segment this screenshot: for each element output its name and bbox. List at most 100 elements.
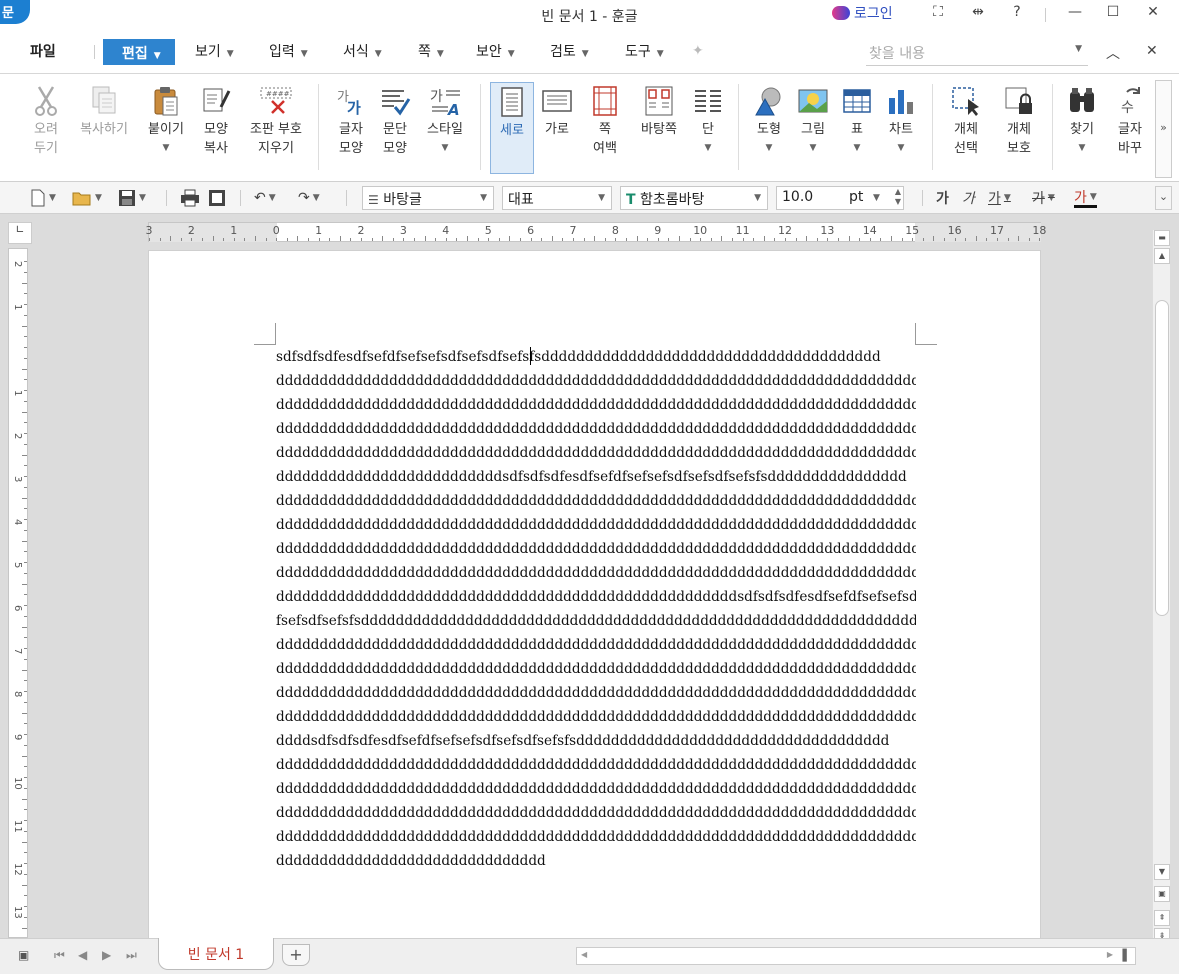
text-line[interactable]: dddddddddddddddddddddddddddddddddddddddd… [276, 585, 916, 609]
menu-file[interactable]: 파일 [30, 41, 56, 61]
prev-tab-icon[interactable]: ◀ [78, 948, 87, 962]
text-line[interactable]: fsefsdfsefsfsddddddddddddddddddddddddddd… [276, 609, 916, 633]
scroll-thumb[interactable] [1155, 300, 1169, 616]
text-line[interactable]: dddddddddddddddddddddddddddddddddddddddd… [276, 441, 916, 465]
horizontal-scrollbar[interactable]: ◀ ▶ ▌ [576, 947, 1136, 965]
add-tab-button[interactable]: + [282, 944, 310, 966]
preview-button[interactable] [208, 188, 226, 208]
new-doc-button[interactable]: ▼ [30, 188, 56, 208]
redo-button[interactable]: ↷ ▼ [298, 188, 320, 208]
text-line[interactable]: dddddddddddddddddddddddddddddddddddddddd… [276, 537, 916, 561]
copy-button[interactable]: 복사하기 [74, 82, 134, 174]
italic-button[interactable]: 가 [962, 188, 975, 208]
para-shape-button[interactable]: 문단 모양 [374, 82, 416, 174]
fullscreen-icon[interactable]: ⛶ [927, 4, 949, 24]
ribbon-more-button[interactable]: » [1155, 80, 1172, 178]
menu-view[interactable]: 보기 ▼ [195, 41, 234, 61]
menu-review[interactable]: 검토 ▼ [550, 41, 589, 61]
text-line[interactable]: dddddddddddddddddddddddddddddddddddddddd… [276, 777, 916, 801]
text-line[interactable]: dddddddddddddddddddddddddddddddddddddddd… [276, 393, 916, 417]
close-doc-icon[interactable]: ✕ [1146, 43, 1158, 59]
text-line[interactable]: dddddddddddddddddddddddddddddddddddddddd… [276, 561, 916, 585]
text-line[interactable]: dddddddddddddddddddddddddddddddddddddddd… [276, 633, 916, 657]
toolbar-more-button[interactable]: ⌄ [1155, 186, 1172, 210]
print-button[interactable] [180, 188, 200, 208]
prev-page-icon[interactable]: ⇞ [1154, 910, 1170, 926]
open-button[interactable]: ▼ [72, 188, 102, 208]
paste-button[interactable]: 붙이기 ▼ [142, 82, 190, 174]
style-select[interactable]: ☰ 바탕글 ▼ [362, 186, 494, 210]
text-line[interactable]: dddddddddddddddddddddddddddddddddddddddd… [276, 753, 916, 777]
picture-button[interactable]: 그림 ▼ [792, 82, 834, 174]
bold-button[interactable]: 가 [936, 188, 949, 208]
collab-icon[interactable]: ✦ [692, 43, 704, 59]
document-page[interactable]: sdfsdfsdfesdfsefdfsefsefsdfsefsdfsefsfsd… [148, 250, 1041, 940]
text-line[interactable]: ddddddddddddddddddddddddddsdfsdfsdfesdfs… [276, 465, 916, 489]
table-button[interactable]: 표 ▼ [836, 82, 878, 174]
search-input[interactable]: 찾을 내용 ▼ [866, 40, 1088, 66]
text-line[interactable]: dddddddddddddddddddddddddddddddddddddddd… [276, 801, 916, 825]
scroll-top-icon[interactable]: ▬ [1154, 230, 1170, 246]
menu-insert[interactable]: 입력 ▼ [269, 41, 308, 61]
ruler-corner-button[interactable]: ∟ [8, 222, 32, 244]
menu-tools[interactable]: 도구 ▼ [625, 41, 664, 61]
columns-button[interactable]: 단 ▼ [688, 82, 728, 174]
landscape-button[interactable]: 가로 [536, 82, 578, 174]
split-handle-icon[interactable]: ▌ [1123, 949, 1131, 962]
clear-codes-button[interactable]: #### 조판 부호 지우기 [242, 82, 310, 174]
size-stepper-icon[interactable]: ▲ ▼ [895, 187, 901, 207]
menu-format[interactable]: 서식 ▼ [343, 41, 382, 61]
horizontal-ruler[interactable]: 3 2 1 0 1 2 3 4 5 6 7 8 9 10 11 12 13 14 15 16 17 18 [146, 222, 1046, 242]
maximize-button[interactable]: ☐ [1102, 4, 1124, 24]
text-line[interactable]: dddddddddddddddddddddddddddddddddddddddd… [276, 825, 916, 849]
text-line[interactable]: dddddddddddddddddddddddddddddddddddddddd… [276, 369, 916, 393]
close-button[interactable]: ✕ [1142, 4, 1164, 24]
next-tab-icon[interactable]: ▶ [102, 948, 111, 962]
document-body[interactable]: sdfsdfsdfesdfsefdfsefsefsdfsefsdfsefsfsd… [276, 345, 916, 873]
menu-page[interactable]: 쪽 ▼ [418, 41, 444, 61]
find-button[interactable]: 찾기 ▼ [1060, 82, 1104, 174]
char-shape-button[interactable]: 가가 글자 모양 [330, 82, 372, 174]
minimize-button[interactable]: — [1064, 4, 1086, 24]
cut-button[interactable]: 오려 두기 [22, 82, 70, 174]
help-icon[interactable]: ? [1006, 4, 1028, 24]
portrait-button[interactable]: 세로 [490, 82, 534, 174]
language-select[interactable]: 대표 ▼ [502, 186, 612, 210]
text-line[interactable]: ddddddddddddddddddddddddddddddd [276, 849, 916, 873]
undo-button[interactable]: ↶ ▼ [254, 188, 276, 208]
collapse-ribbon-icon[interactable]: ︿ [1106, 43, 1120, 63]
style-button[interactable]: 가A 스타일 ▼ [420, 82, 470, 174]
format-painter-button[interactable]: 모양 복사 [194, 82, 238, 174]
object-protect-button[interactable]: 개체 보호 [994, 82, 1044, 174]
font-select[interactable]: T 함초롬바탕 ▼ [620, 186, 768, 210]
last-page-icon[interactable]: ⏭ [126, 948, 137, 963]
page-margin-button[interactable]: 쪽 여백 [582, 82, 628, 174]
menu-security[interactable]: 보안 ▼ [476, 41, 515, 61]
text-line[interactable]: dddddddddddddddddddddddddddddddddddddddd… [276, 657, 916, 681]
scroll-down-icon[interactable]: ▼ [1154, 864, 1170, 880]
master-page-button[interactable]: 바탕쪽 [634, 82, 684, 174]
text-line[interactable]: dddddddddddddddddddddddddddddddddddddddd… [276, 417, 916, 441]
scroll-up-icon[interactable]: ▲ [1154, 248, 1170, 264]
strike-button[interactable]: 가 ▼ [1032, 188, 1055, 208]
chart-button[interactable]: 차트 ▼ [880, 82, 922, 174]
vertical-scrollbar[interactable]: ▬ ▲ ▼ ▣ ⇞ ⇟ [1152, 230, 1170, 940]
menu-edit[interactable]: 편집 ▼ [103, 39, 175, 65]
text-line[interactable]: ddddsdfsdfsdfesdfsefdfsefsefsdfsefsdfsef… [276, 729, 916, 753]
object-select-button[interactable]: 개체 선택 [942, 82, 990, 174]
save-button[interactable]: ▼ [118, 188, 146, 208]
text-line[interactable]: dddddddddddddddddddddddddddddddddddddddd… [276, 513, 916, 537]
scroll-right-icon[interactable]: ▶ [1107, 950, 1113, 959]
text-line[interactable]: sdfsdfsdfesdfsefdfsefsefsdfsefsdfsefsfsd… [276, 345, 916, 369]
replace-button[interactable]: 수 글자 바꾸 [1110, 82, 1150, 174]
font-color-button[interactable]: 가 ▼ [1074, 188, 1097, 208]
text-line[interactable]: dddddddddddddddddddddddddddddddddddddddd… [276, 489, 916, 513]
text-line[interactable]: dddddddddddddddddddddddddddddddddddddddd… [276, 705, 916, 729]
first-page-icon[interactable]: ⏮ [54, 948, 65, 963]
font-size-input[interactable]: 10.0 pt ▼ ▲ ▼ [776, 186, 904, 210]
underline-button[interactable]: 가 ▼ [988, 188, 1011, 208]
text-line[interactable]: dddddddddddddddddddddddddddddddddddddddd… [276, 681, 916, 705]
document-tab[interactable]: 빈 문서 1 [158, 938, 274, 970]
scroll-left-icon[interactable]: ◀ [581, 950, 587, 959]
page-view-icon[interactable]: ▣ [1154, 886, 1170, 902]
